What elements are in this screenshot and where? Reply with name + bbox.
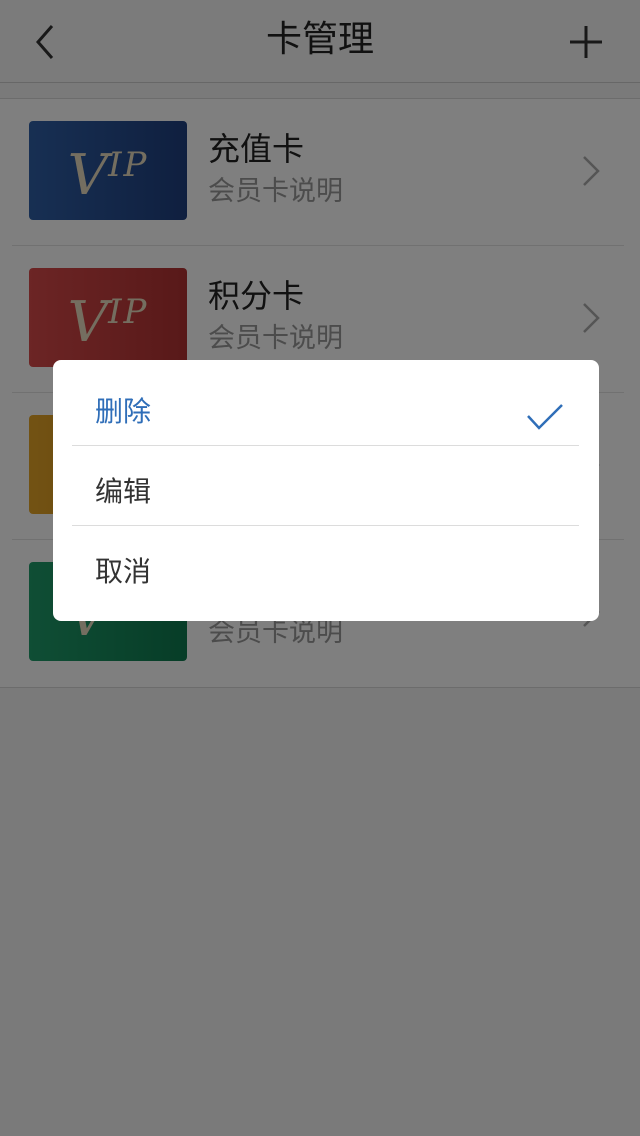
action-sheet: 删除 编辑 取消 bbox=[53, 360, 599, 621]
option-edit[interactable]: 编辑 bbox=[53, 446, 599, 526]
option-cancel[interactable]: 取消 bbox=[53, 526, 599, 606]
option-label: 删除 bbox=[95, 395, 152, 428]
option-label: 取消 bbox=[95, 555, 152, 588]
checkmark-icon bbox=[527, 404, 563, 430]
option-delete[interactable]: 删除 bbox=[53, 366, 599, 446]
option-label: 编辑 bbox=[95, 475, 152, 508]
